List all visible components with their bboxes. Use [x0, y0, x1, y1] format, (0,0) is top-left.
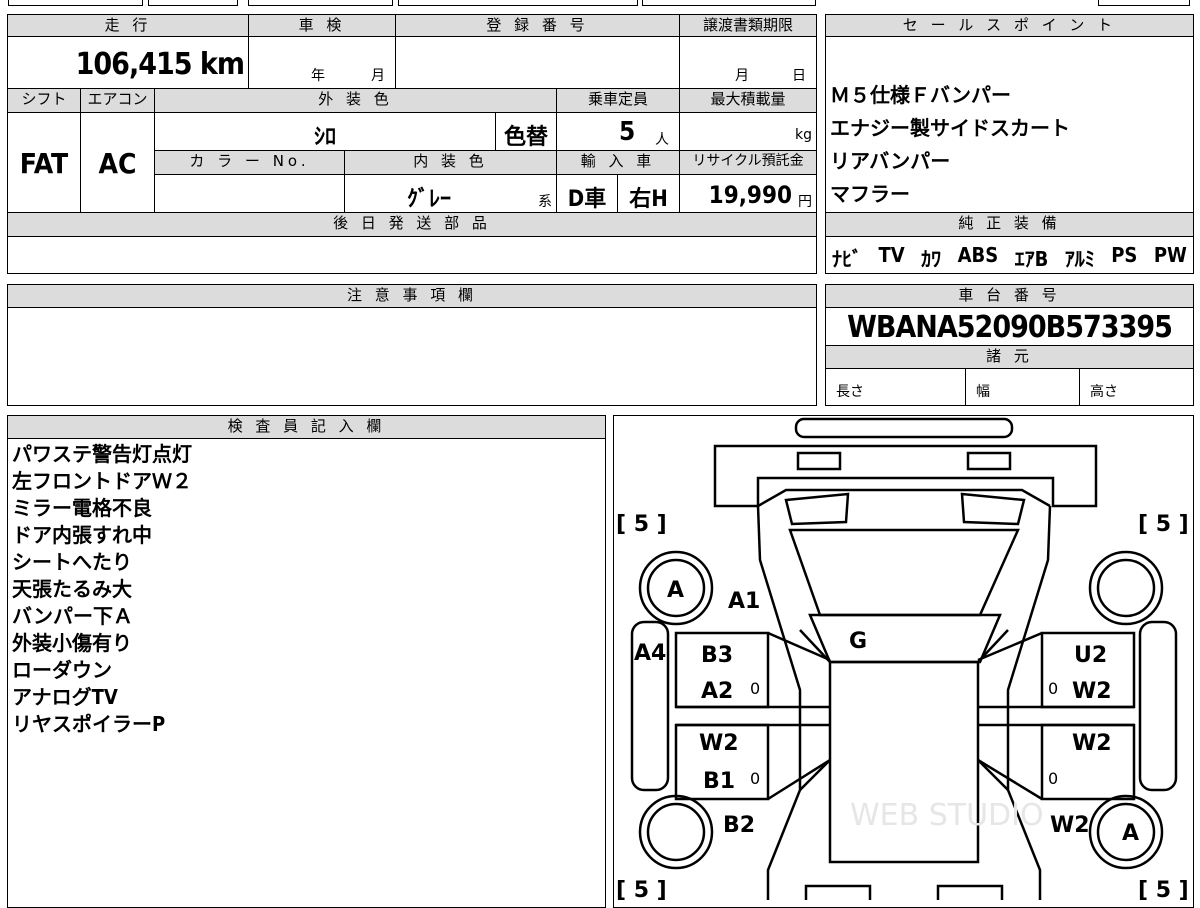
wheel-rr-mark: A — [1122, 821, 1139, 846]
mark-b3: B3 — [701, 643, 733, 668]
wheel-front-right — [1088, 550, 1164, 626]
car-diagram: [ 5 ] [ 5 ] [ 5 ] [ 5 ] A A A1 G A4 B3 A… — [616, 417, 1189, 900]
left-grille-1 — [784, 492, 850, 526]
front-light-left — [796, 451, 842, 471]
mark-zero-4: 0 — [1048, 769, 1058, 788]
right-door-edge — [977, 631, 1043, 801]
tire-fl-label: [ 5 ] — [616, 512, 667, 537]
mark-b1: B1 — [703, 769, 735, 794]
rear-bumper-slots — [804, 884, 1004, 900]
mark-a4: A4 — [634, 641, 666, 666]
front-light-right — [966, 451, 1012, 471]
tire-fr-label: [ 5 ] — [1138, 512, 1189, 537]
tire-rl-label: [ 5 ] — [616, 878, 667, 900]
mark-zero-2: 0 — [1048, 679, 1058, 698]
wheel-rear-left — [638, 794, 714, 870]
left-sill — [676, 705, 830, 727]
roof-front — [808, 613, 1002, 664]
watermark: WEB STUDIO — [850, 798, 1044, 833]
right-grille-1 — [960, 492, 1026, 526]
mark-b2: B2 — [723, 813, 755, 838]
right-sill — [978, 705, 1134, 727]
mark-w2-r1: W2 — [1072, 679, 1112, 704]
mark-w2-r2: W2 — [1072, 731, 1112, 756]
mark-zero-3: 0 — [750, 769, 760, 788]
wheel-front-right-inner — [1096, 558, 1156, 618]
mark-u2: U2 — [1074, 643, 1107, 668]
mark-a2: A2 — [701, 679, 733, 704]
right-side-panel — [1138, 620, 1178, 792]
tire-rr-label: [ 5 ] — [1138, 878, 1189, 900]
mark-w2-r3: W2 — [1050, 813, 1090, 838]
wheel-fl-mark: A — [667, 578, 684, 603]
mark-zero-1: 0 — [750, 679, 760, 698]
mark-w2-l2: W2 — [699, 731, 739, 756]
wheel-rear-left-inner — [646, 802, 706, 862]
mark-g: G — [849, 629, 867, 654]
front-plate-slot — [794, 417, 1014, 439]
left-fender — [756, 505, 802, 900]
right-fender — [1006, 505, 1052, 900]
windshield — [788, 528, 1020, 617]
mark-a1: A1 — [728, 589, 760, 614]
